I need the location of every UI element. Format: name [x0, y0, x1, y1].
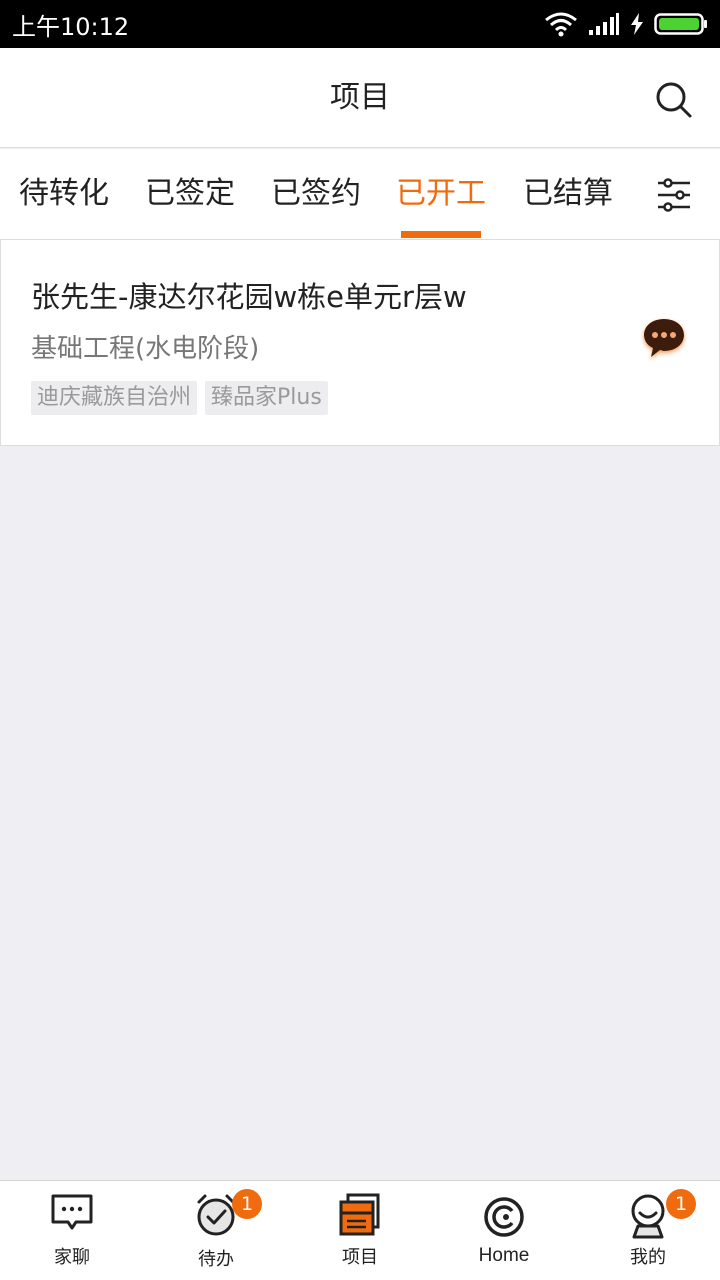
- nav-item-chat[interactable]: 家聊: [0, 1181, 144, 1280]
- active-tab-indicator: [401, 231, 481, 238]
- status-bar: 上午10:12: [0, 0, 720, 48]
- bottom-nav: 家聊 1 待办 项目 Home 1 我的: [0, 1180, 720, 1280]
- project-card[interactable]: 张先生-康达尔花园w栋e单元r层w 基础工程(水电阶段) 迪庆藏族自治州 臻品家…: [0, 239, 720, 446]
- search-icon[interactable]: [654, 80, 694, 120]
- nav-label-profile: 我的: [630, 1247, 666, 1268]
- profile-icon: [631, 1194, 665, 1239]
- region-tag: 迪庆藏族自治州: [31, 381, 198, 415]
- page-title: 项目: [330, 80, 390, 115]
- nav-label-todo: 待办: [198, 1249, 234, 1270]
- profile-badge: 1: [666, 1189, 696, 1219]
- alarm-clock-icon: [197, 1194, 235, 1236]
- chat-icon: [51, 1194, 93, 1230]
- tab-started[interactable]: 已开工: [393, 149, 489, 239]
- nav-item-todo[interactable]: 1 待办: [144, 1181, 288, 1280]
- nav-item-home[interactable]: Home: [432, 1181, 576, 1280]
- nav-item-profile[interactable]: 1 我的: [576, 1181, 720, 1280]
- project-stage: 基础工程(水电阶段): [31, 334, 260, 364]
- chat-bubble-icon[interactable]: [641, 316, 687, 362]
- home-circle-icon: [484, 1197, 524, 1237]
- tab-to-convert[interactable]: 待转化: [16, 149, 112, 239]
- battery-icon: [654, 13, 707, 35]
- nav-label-home: Home: [478, 1245, 530, 1266]
- project-stack-icon: [339, 1193, 380, 1236]
- app-header: 项目: [0, 48, 720, 148]
- nav-label-chat: 家聊: [54, 1247, 90, 1268]
- filter-sliders-icon[interactable]: [654, 175, 694, 215]
- charging-icon: [631, 13, 643, 35]
- tab-signed-deal[interactable]: 已签定: [142, 149, 238, 239]
- wifi-icon: [545, 12, 577, 37]
- tab-contracted[interactable]: 已签约: [268, 149, 364, 239]
- nav-label-project: 项目: [342, 1247, 378, 1268]
- todo-badge: 1: [232, 1189, 262, 1219]
- status-icons: [544, 11, 708, 37]
- tab-settled[interactable]: 已结算: [520, 149, 616, 239]
- status-time: 上午10:12: [12, 12, 130, 41]
- nav-item-project[interactable]: 项目: [288, 1181, 432, 1280]
- status-tabs: 待转化 已签定 已签约 已开工 已结算: [0, 149, 720, 239]
- project-title: 张先生-康达尔花园w栋e单元r层w: [31, 280, 467, 314]
- signal-icon: [589, 13, 619, 35]
- project-tags: 迪庆藏族自治州 臻品家Plus: [31, 381, 328, 415]
- package-tag: 臻品家Plus: [205, 381, 328, 415]
